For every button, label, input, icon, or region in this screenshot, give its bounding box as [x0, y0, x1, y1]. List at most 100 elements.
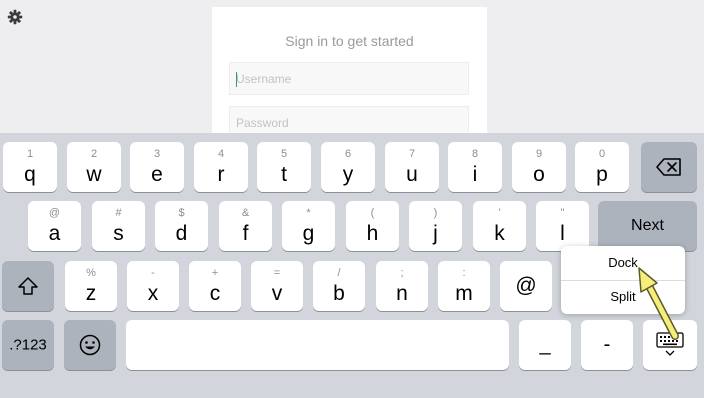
shift-key[interactable] [2, 261, 54, 311]
next-key[interactable]: Next [598, 201, 697, 251]
key-row2-2[interactable]: $ d [155, 201, 208, 251]
key-secondary-label: 0 [598, 148, 606, 160]
key-primary-label: e [151, 163, 163, 186]
underscore-key-label: _ [539, 333, 551, 356]
key-secondary-label: / [337, 267, 341, 279]
hide-keyboard-key[interactable] [643, 320, 697, 370]
backspace-key[interactable] [641, 142, 697, 192]
key-row2-0[interactable]: @ a [28, 201, 81, 251]
key-row3-0[interactable]: % z [65, 261, 117, 311]
key-secondary-label: : [462, 267, 466, 279]
key-secondary-label: ' [498, 207, 501, 219]
key-secondary-label: 7 [408, 148, 416, 160]
key-primary-label: w [86, 163, 102, 186]
key-primary-label: h [366, 222, 379, 245]
key-secondary-label: = [273, 267, 281, 279]
dock-option[interactable]: Dock [561, 246, 685, 280]
key-row2-8[interactable]: " l [536, 201, 589, 251]
key-secondary-label: 3 [153, 148, 161, 160]
key-secondary-label: 8 [471, 148, 479, 160]
key-row1-3[interactable]: 4r [194, 142, 248, 192]
backspace-icon [656, 158, 681, 176]
key-row2-6[interactable]: ) j [409, 201, 462, 251]
key-row1-6[interactable]: 7u [385, 142, 439, 192]
key-row2-4[interactable]: * g [282, 201, 335, 251]
key-primary-label: u [406, 163, 418, 186]
key-primary-label: v [271, 282, 283, 305]
shift-icon [18, 277, 38, 295]
key-row3-4[interactable]: / b [313, 261, 365, 311]
key-primary-label: r [217, 163, 225, 186]
key-row1-7[interactable]: 8i [448, 142, 502, 192]
key-row1-1[interactable]: 2w [67, 142, 121, 192]
key-row3-1[interactable]: -x [127, 261, 179, 311]
key-primary-label: j [433, 222, 438, 245]
text-caret [236, 72, 237, 87]
key-secondary-label: " [560, 207, 565, 219]
key-secondary-label: 2 [90, 148, 98, 160]
username-field[interactable] [229, 62, 469, 95]
key-secondary-label: % [86, 267, 96, 279]
key-row3-7[interactable]: @ [500, 261, 552, 311]
key-primary-label: n [396, 282, 408, 305]
key-primary-label: s [113, 222, 124, 245]
key-primary-label: l [560, 222, 565, 245]
username-input[interactable] [230, 63, 468, 94]
emoji-icon [79, 334, 101, 356]
emoji-key[interactable] [64, 320, 116, 370]
keyboard-hide-icon [656, 332, 684, 356]
numbers-key[interactable]: .?123 [2, 320, 54, 370]
keyboard-options-popup: Dock Split [561, 246, 685, 314]
gear-icon[interactable] [7, 9, 23, 25]
key-primary-label: f [242, 222, 249, 245]
key-primary-label: z [85, 282, 97, 305]
key-primary-label: i [472, 163, 478, 186]
key-row2-3[interactable]: & f [219, 201, 272, 251]
key-row1-8[interactable]: 9o [512, 142, 566, 192]
key-secondary-label: * [306, 207, 311, 219]
key-row2-1[interactable]: # s [92, 201, 145, 251]
next-key-label: Next [631, 217, 664, 234]
split-option[interactable]: Split [561, 280, 685, 314]
key-primary-label: x [147, 282, 159, 305]
space-bar[interactable] [126, 320, 509, 370]
key-row1-2[interactable]: 3e [130, 142, 184, 192]
key-secondary-label: 9 [535, 148, 543, 160]
dash-key[interactable]: - [581, 320, 633, 370]
key-secondary-label: # [115, 207, 122, 219]
key-row1-9[interactable]: 0p [575, 142, 629, 192]
key-row1-4[interactable]: 5t [257, 142, 311, 192]
key-secondary-label: @ [48, 207, 61, 219]
underscore-key[interactable]: _ [519, 320, 571, 370]
dash-key-label: - [603, 333, 611, 356]
key-secondary-label: - [151, 267, 155, 279]
key-row3-2[interactable]: + c [189, 261, 241, 311]
key-primary-label: m [455, 282, 473, 305]
key-row1-0[interactable]: 1q [3, 142, 57, 192]
key-primary-label: b [333, 282, 345, 305]
login-title: Sign in to get started [285, 33, 414, 49]
key-primary-label: t [281, 163, 287, 186]
key-primary-label: y [342, 163, 354, 186]
key-secondary-label: ( [370, 207, 375, 219]
key-primary-label: @ [515, 274, 537, 297]
key-row3-3[interactable]: = v [251, 261, 303, 311]
key-row2-7[interactable]: ' k [473, 201, 526, 251]
key-secondary-label: ; [400, 267, 404, 279]
key-primary-label: k [494, 222, 505, 245]
key-secondary-label: 4 [217, 148, 225, 160]
key-row2-5[interactable]: (h [346, 201, 399, 251]
key-primary-label: o [533, 163, 545, 186]
key-primary-label: g [302, 222, 315, 245]
keyboard-bottom-bar [0, 376, 704, 398]
key-primary-label: p [596, 163, 608, 186]
key-row1-5[interactable]: 6y [321, 142, 375, 192]
key-primary-label: c [209, 282, 221, 305]
key-row3-6[interactable]: :m [438, 261, 490, 311]
key-primary-label: q [24, 163, 36, 186]
login-card: Sign in to get started [212, 7, 487, 147]
key-row3-5[interactable]: ; n [376, 261, 428, 311]
key-secondary-label: $ [178, 207, 185, 219]
key-secondary-label: + [211, 267, 219, 279]
key-secondary-label: 1 [26, 148, 34, 160]
